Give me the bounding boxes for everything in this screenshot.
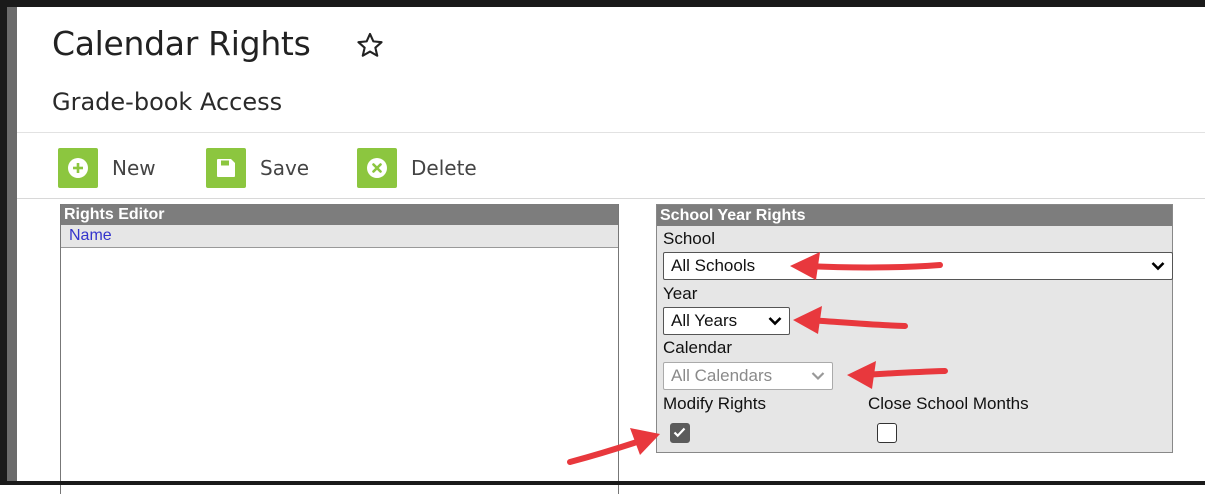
save-button-label: Save [260,156,310,180]
year-select[interactable]: All Years [663,307,790,335]
window-frame-left [0,0,7,485]
checkmark-icon [673,427,686,438]
school-label: School [663,229,715,248]
window-frame-top [0,0,1205,7]
chevron-down-icon [768,317,782,326]
calendar-select-value: All Calendars [671,366,773,385]
close-school-months-checkbox[interactable] [877,423,897,443]
delete-button[interactable]: Delete [357,147,477,189]
toolbar-divider [17,198,1205,199]
floppy-disk-icon [206,148,246,188]
star-outline-icon[interactable] [356,31,384,59]
year-select-value: All Years [671,311,738,330]
year-label: Year [663,284,698,303]
school-year-rights-header: School Year Rights [657,205,1172,226]
modify-rights-label: Modify Rights [663,394,766,413]
window-frame-bottom [0,481,1205,485]
delete-button-label: Delete [411,156,477,180]
calendar-label: Calendar [663,338,732,357]
name-column-header[interactable]: Name [61,225,618,248]
new-button[interactable]: New [58,147,156,189]
page-subtitle: Grade-book Access [52,88,283,116]
close-school-months-label: Close School Months [868,394,1029,413]
title-divider [17,132,1205,133]
school-select-value: All Schools [671,256,756,275]
x-circle-icon [357,148,397,188]
school-year-rights-panel: School Year Rights School All Schools Ye… [656,204,1173,453]
plus-circle-icon [58,148,98,188]
calendar-select: All Calendars [663,362,833,390]
rights-editor-header: Rights Editor [61,204,618,225]
rights-editor-panel: Rights Editor Name [60,204,619,494]
school-select[interactable]: All Schools [663,252,1173,280]
chevron-down-icon [811,372,825,381]
chevron-down-icon [1151,262,1165,271]
window-frame-left-inner [7,7,17,485]
modify-rights-checkbox[interactable] [670,423,690,443]
new-button-label: New [112,156,156,180]
save-button[interactable]: Save [206,147,309,189]
page-title: Calendar Rights [52,24,311,63]
